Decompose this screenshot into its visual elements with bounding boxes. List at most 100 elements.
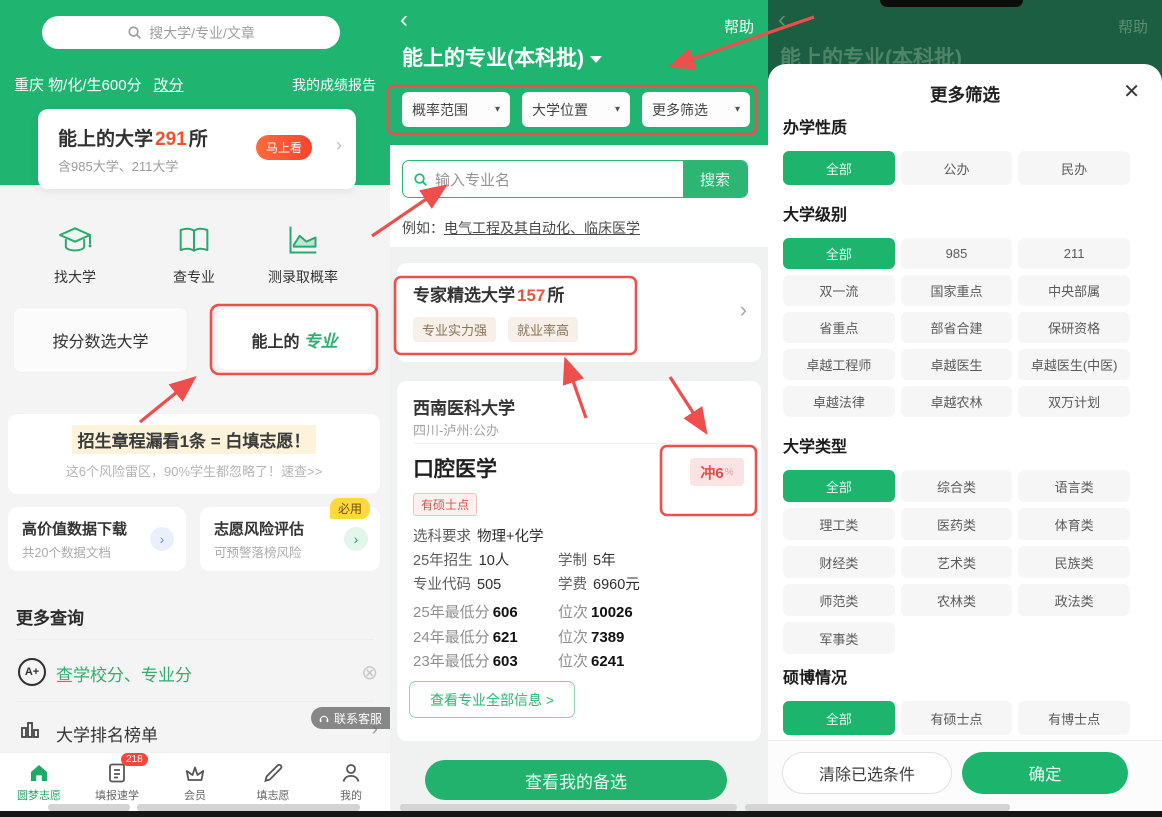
filter-chip[interactable]: 财经类 (783, 546, 895, 578)
search-icon (413, 172, 428, 187)
card-title: 能上的大学291所 (58, 124, 208, 151)
filter-chip[interactable]: 双一流 (783, 275, 895, 306)
major-search-input[interactable]: 输入专业名 (403, 161, 683, 197)
filter-chip[interactable]: 国家重点 (901, 275, 1013, 306)
caret-down-icon: ▾ (495, 104, 500, 115)
quick-action-probability[interactable]: 测录取概率 (255, 220, 351, 287)
option-chips: 全部有硕士点有博士点 (783, 701, 1130, 735)
quick-action-label: 测录取概率 (255, 267, 351, 287)
example-links[interactable]: 电气工程及其自动化、临床医学 (444, 220, 640, 236)
caret-down-icon: ▾ (735, 104, 740, 115)
filter-chip[interactable]: 卓越农林 (901, 386, 1013, 417)
card-title: 高价值数据下载 (22, 518, 127, 539)
filter-chip[interactable]: 理工类 (783, 508, 895, 540)
contact-support-badge[interactable]: 联系客服 (311, 707, 390, 729)
banner-subtitle: 这6个风险雷区，90%学生都忽略了！速查>> (8, 461, 380, 480)
filter-chip[interactable]: 全部 (783, 238, 895, 269)
risk-assess-card[interactable]: 必用 志愿风险评估 可预警落榜风险 › (200, 507, 380, 571)
filter-chip[interactable]: 军事类 (783, 622, 895, 654)
tab-label: 填志愿 (234, 787, 312, 803)
major-result-card[interactable]: 西南医科大学 四川-泸州:公办 口腔医学 冲6 % 有硕士点 选科要求物理+化学… (397, 381, 761, 741)
view-my-shortlist-button[interactable]: 查看我的备选 (425, 760, 727, 800)
banner-title: 招生章程漏看1条 = 白填志愿！ (72, 425, 317, 454)
page-title[interactable]: 能上的专业(本科批) (402, 42, 602, 72)
back-icon[interactable]: ‹ (778, 8, 786, 32)
filter-chip[interactable]: 有硕士点 (901, 701, 1013, 735)
quick-action-find-major[interactable]: 查专业 (146, 220, 242, 287)
divider (413, 443, 745, 444)
section-title: 大学类型 (783, 433, 1130, 457)
circle-close-icon[interactable]: ⊗ (361, 660, 378, 685)
filter-chip[interactable]: 全部 (783, 151, 895, 185)
filter-chip[interactable]: 卓越医生 (901, 349, 1013, 380)
clear-filters-button[interactable]: 清除已选条件 (782, 752, 952, 794)
view-now-badge[interactable]: 马上看 (256, 135, 312, 160)
chevron-circle-icon: › (150, 527, 174, 551)
filter-chip[interactable]: 中央部属 (1018, 275, 1130, 306)
home-search-input[interactable]: 搜大学/专业/文章 (42, 16, 340, 49)
filter-chip[interactable]: 有博士点 (1018, 701, 1130, 735)
filter-chip[interactable]: 全部 (783, 470, 895, 502)
tab-label: 圆梦志愿 (0, 787, 78, 803)
filter-chip[interactable]: 双万计划 (1018, 386, 1130, 417)
filter-chip[interactable]: 卓越医生(中医) (1018, 349, 1130, 380)
score-report-link[interactable]: 我的成绩报告 (292, 75, 376, 95)
admission-rules-banner[interactable]: 招生章程漏看1条 = 白填志愿！ 这6个风险雷区，90%学生都忽略了！速查>> (8, 414, 380, 494)
university-location: 四川-泸州:公办 (413, 420, 499, 439)
option-chips: 全部公办民办 (783, 151, 1130, 185)
admissible-majors-button[interactable]: 能上的专业 (218, 309, 371, 370)
filter-dropdown-location[interactable]: 大学位置▾ (522, 92, 630, 127)
filter-chip[interactable]: 211 (1018, 238, 1130, 269)
data-download-card[interactable]: 高价值数据下载 共20个数据文档 › (8, 507, 186, 571)
tab-label: 填报速学 (78, 787, 156, 803)
filter-chip[interactable]: 语言类 (1018, 470, 1130, 502)
filter-chip[interactable]: 保研资格 (1018, 312, 1130, 343)
filter-dropdown-probability[interactable]: 概率范围▾ (402, 92, 510, 127)
change-score-link[interactable]: 改分 (154, 74, 184, 95)
back-icon[interactable]: ‹ (400, 8, 408, 32)
filter-chip[interactable]: 政法类 (1018, 584, 1130, 616)
home-search-placeholder: 搜大学/专业/文章 (149, 23, 255, 43)
filter-chip[interactable]: 省重点 (783, 312, 895, 343)
must-use-badge: 必用 (330, 498, 370, 519)
filter-chip[interactable]: 公办 (901, 151, 1013, 185)
score-row: 25年最低分606 位次10026 (413, 601, 743, 626)
tag: 就业率高 (508, 317, 578, 342)
filter-chip[interactable]: 卓越工程师 (783, 349, 895, 380)
filter-chip[interactable]: 综合类 (901, 470, 1013, 502)
crown-icon (183, 761, 207, 785)
filter-chip[interactable]: 民办 (1018, 151, 1130, 185)
school-score-query-row[interactable]: A+ 查学校分、专业分 ⊗ (0, 652, 390, 696)
option-chips: 全部综合类语言类理工类医药类体育类财经类艺术类民族类师范类农林类政法类军事类 (783, 470, 1130, 654)
filter-chip[interactable]: 卓越法律 (783, 386, 895, 417)
view-major-details-button[interactable]: 查看专业全部信息 > (409, 681, 575, 718)
help-link[interactable]: 帮助 (724, 16, 754, 37)
filter-chip[interactable]: 艺术类 (901, 546, 1013, 578)
filter-chip[interactable]: 全部 (783, 701, 895, 735)
card-subtitle: 含985大学、211大学 (58, 156, 178, 175)
major-search-box[interactable]: 输入专业名 搜索 (402, 160, 748, 198)
row-label: 大学排名榜单 (56, 721, 158, 746)
filter-chip[interactable]: 师范类 (783, 584, 895, 616)
admissible-universities-card[interactable]: 能上的大学291所 含985大学、211大学 马上看 › (38, 109, 356, 189)
tag: 专业实力强 (413, 317, 496, 342)
person-icon (339, 761, 363, 785)
section-school-nature: 办学性质 全部公办民办 (783, 114, 1130, 185)
search-button[interactable]: 搜索 (683, 161, 747, 197)
score-row: 24年最低分621 位次7389 (413, 626, 743, 651)
filter-chip[interactable]: 部省合建 (901, 312, 1013, 343)
row-label: 查学校分、专业分 (56, 661, 192, 686)
close-icon[interactable]: ✕ (1123, 79, 1140, 104)
filter-chip[interactable]: 985 (901, 238, 1013, 269)
filter-chip[interactable]: 医药类 (901, 508, 1013, 540)
select-university-by-score-button[interactable]: 按分数选大学 (13, 307, 188, 373)
quick-action-find-university[interactable]: 找大学 (27, 220, 123, 287)
card-title: 专家精选大学157所 (413, 281, 564, 306)
quick-action-label: 找大学 (27, 267, 123, 287)
confirm-button[interactable]: 确定 (962, 752, 1128, 794)
filter-chip[interactable]: 民族类 (1018, 546, 1130, 578)
filter-chip[interactable]: 体育类 (1018, 508, 1130, 540)
filter-chip[interactable]: 农林类 (901, 584, 1013, 616)
filter-dropdown-more[interactable]: 更多筛选▾ (642, 92, 750, 127)
expert-selection-card[interactable]: 专家精选大学157所 专业实力强就业率高 › (397, 263, 761, 362)
